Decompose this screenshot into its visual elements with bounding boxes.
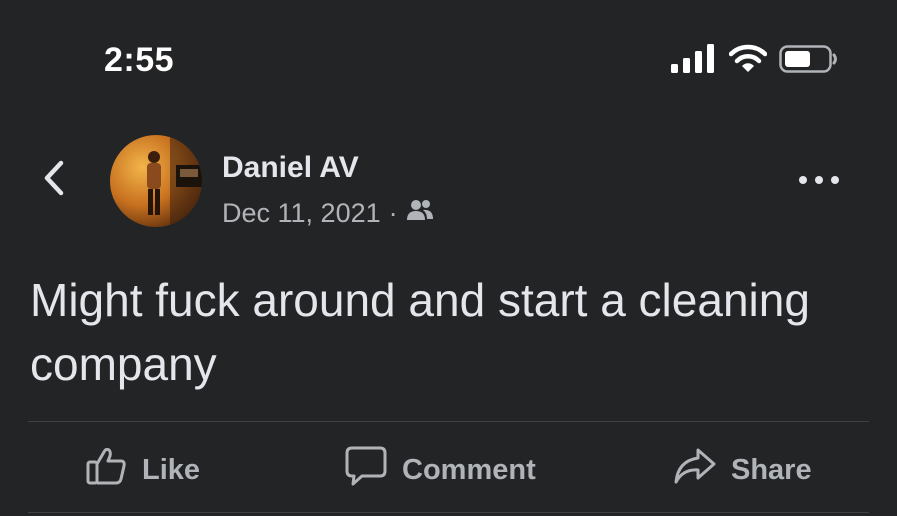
post-meta: Dec 11, 2021 ·: [222, 196, 434, 230]
author-name[interactable]: Daniel AV: [222, 150, 359, 186]
comment-label: Comment: [402, 453, 536, 486]
more-dots-icon: [799, 176, 807, 184]
friends-icon[interactable]: [406, 196, 434, 230]
wifi-icon: [728, 44, 768, 79]
avatar[interactable]: [110, 135, 202, 227]
post-text: Might fuck around and start a cleaning c…: [30, 274, 810, 390]
status-time: 2:55: [104, 41, 175, 79]
divider: [28, 512, 869, 513]
like-button[interactable]: Like: [86, 440, 200, 500]
more-dots-icon: [831, 176, 839, 184]
share-label: Share: [731, 453, 812, 486]
more-options-button[interactable]: [799, 168, 839, 192]
divider: [28, 421, 869, 422]
like-label: Like: [142, 453, 201, 486]
battery-icon: [779, 44, 839, 79]
status-icons: [671, 44, 839, 79]
post-date[interactable]: Dec 11, 2021: [222, 196, 381, 230]
comment-button[interactable]: Comment: [344, 440, 536, 500]
post-actions: Like Comment Share: [28, 440, 869, 500]
share-button[interactable]: Share: [673, 440, 812, 500]
meta-separator: ·: [388, 198, 398, 228]
share-arrow-icon: [673, 446, 717, 494]
thumbs-up-icon: [86, 446, 128, 494]
chevron-left-icon: [43, 160, 65, 201]
back-button[interactable]: [38, 160, 70, 200]
cellular-signal-icon: [671, 44, 717, 79]
comment-bubble-icon: [344, 445, 388, 495]
more-dots-icon: [815, 176, 823, 184]
